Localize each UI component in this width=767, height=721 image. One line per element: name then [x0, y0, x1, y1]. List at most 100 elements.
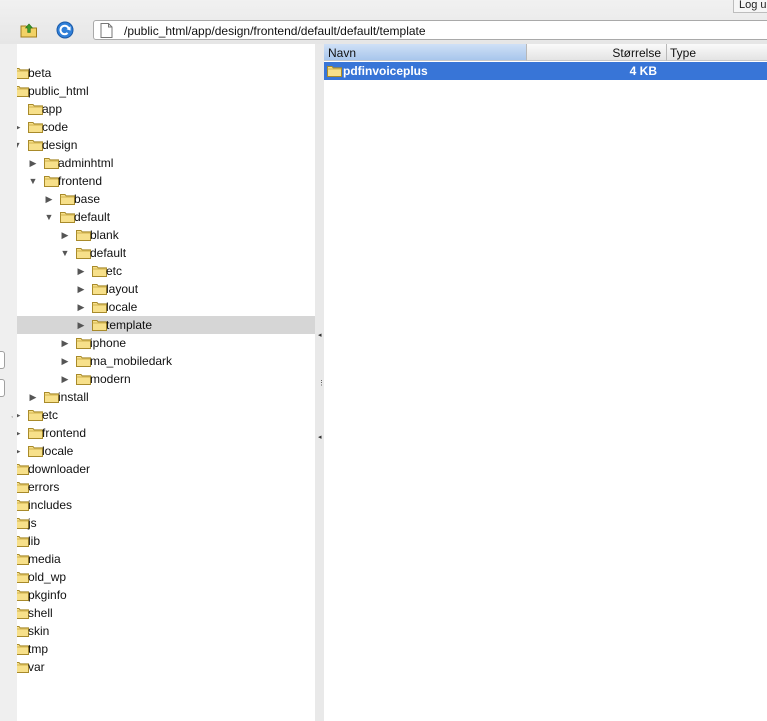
refresh-icon[interactable]	[55, 20, 75, 40]
column-header-name[interactable]: Navn	[324, 44, 527, 61]
folder-upload-icon[interactable]	[19, 20, 39, 40]
expanded-arrow-icon[interactable]: ▼	[17, 136, 23, 154]
expanded-arrow-icon[interactable]: ▼	[27, 172, 39, 190]
folder-icon	[28, 139, 43, 154]
tree-item-code[interactable]: ▶ code	[17, 118, 315, 136]
column-size-label: Størrelse	[612, 46, 661, 60]
tree-item-default[interactable]: ▼ default	[17, 208, 315, 226]
folder-icon	[76, 355, 91, 370]
tree-item-label: blank	[90, 228, 119, 242]
tree-item-public-html[interactable]: public_html	[17, 82, 315, 100]
column-name-label: Navn	[328, 46, 357, 60]
gutter-tab-bottom[interactable]	[0, 379, 5, 397]
tree-item-layout[interactable]: ▶ layout	[17, 280, 315, 298]
folder-icon	[92, 283, 107, 298]
collapsed-arrow-icon[interactable]: ▶	[75, 262, 87, 280]
tree-item-skin[interactable]: skin	[17, 622, 315, 640]
tree-item-install[interactable]: ▶ install	[17, 388, 315, 406]
folder-icon	[76, 229, 91, 244]
document-icon	[100, 23, 113, 41]
column-header-size[interactable]: Størrelse	[527, 44, 667, 61]
tree-item-modern[interactable]: ▶ modern	[17, 370, 315, 388]
tree-item-label: locale	[42, 444, 74, 458]
collapsed-arrow-icon[interactable]: ▶	[27, 154, 39, 172]
collapsed-arrow-icon[interactable]: ▶	[27, 388, 39, 406]
left-gutter: ,	[0, 44, 17, 721]
tree-item-ma-mobiledark[interactable]: ▶ ma_mobiledark	[17, 352, 315, 370]
collapsed-arrow-icon[interactable]: ▶	[59, 370, 71, 388]
tree-item-lib[interactable]: lib	[17, 532, 315, 550]
tree-item-js[interactable]: js	[17, 514, 315, 532]
folder-tree: betapublic_htmlapp▶code▼design▶adminhtml…	[17, 44, 315, 721]
tree-item-design[interactable]: ▼ design	[17, 136, 315, 154]
tree-item-includes[interactable]: includes	[17, 496, 315, 514]
collapsed-arrow-icon[interactable]: ▶	[59, 226, 71, 244]
column-header-type[interactable]: Type	[667, 44, 767, 61]
tree-item-etc[interactable]: ▶ etc	[17, 262, 315, 280]
tree-item-default[interactable]: ▼ default	[17, 244, 315, 262]
logout-tab[interactable]: Log ud	[733, 0, 767, 13]
folder-icon	[76, 337, 91, 352]
tree-item-label: etc	[42, 408, 59, 422]
collapsed-arrow-icon[interactable]: ▶	[59, 352, 71, 370]
tree-item-media[interactable]: media	[17, 550, 315, 568]
gutter-tab-top[interactable]	[0, 351, 5, 369]
tree-item-label: adminhtml	[58, 156, 114, 170]
tree-item-label: pkginfo	[28, 588, 67, 602]
path-field[interactable]: /public_html/app/design/frontend/default…	[93, 20, 767, 40]
collapsed-arrow-icon[interactable]: ▶	[59, 334, 71, 352]
folder-icon	[76, 373, 91, 388]
tree-item-old-wp[interactable]: old_wp	[17, 568, 315, 586]
tree-item-label: skin	[28, 624, 50, 638]
folder-icon	[44, 391, 59, 406]
tree-item-label: default	[90, 246, 127, 260]
collapsed-arrow-icon[interactable]: ▶	[17, 406, 23, 424]
collapsed-arrow-icon[interactable]: ▶	[75, 316, 87, 334]
tree-item-adminhtml[interactable]: ▶ adminhtml	[17, 154, 315, 172]
collapsed-arrow-icon[interactable]: ▶	[17, 442, 23, 460]
collapsed-arrow-icon[interactable]: ▶	[75, 298, 87, 316]
tree-item-locale[interactable]: ▶ locale	[17, 298, 315, 316]
tree-item-label: locale	[106, 300, 138, 314]
tree-item-app[interactable]: app	[17, 100, 315, 118]
path-text: /public_html/app/design/frontend/default…	[124, 24, 426, 38]
tree-item-template[interactable]: ▶ template	[17, 316, 315, 334]
tree-item-base[interactable]: ▶ base	[17, 190, 315, 208]
tree-item-frontend[interactable]: ▼ frontend	[17, 172, 315, 190]
tree-item-label: ma_mobiledark	[90, 354, 173, 368]
tree-item-blank[interactable]: ▶ blank	[17, 226, 315, 244]
tree-item-label: app	[42, 102, 63, 116]
folder-icon	[60, 211, 75, 226]
tree-item-label: includes	[28, 498, 73, 512]
tree-item-shell[interactable]: shell	[17, 604, 315, 622]
file-row[interactable]: pdfinvoiceplus 4 KB	[324, 62, 767, 80]
folder-icon	[327, 65, 342, 80]
tree-item-label: frontend	[58, 174, 103, 188]
tree-item-var[interactable]: var	[17, 658, 315, 676]
expanded-arrow-icon[interactable]: ▼	[43, 208, 55, 226]
collapsed-arrow-icon[interactable]: ▶	[17, 118, 23, 136]
pane-splitter[interactable]: ◂ ⋮ ◂	[315, 44, 325, 721]
tree-item-label: base	[74, 192, 101, 206]
tree-item-label: beta	[28, 66, 52, 80]
expanded-arrow-icon[interactable]: ▼	[59, 244, 71, 262]
tree-item-label: frontend	[42, 426, 87, 440]
tree-item-downloader[interactable]: downloader	[17, 460, 315, 478]
tree-item-frontend[interactable]: ▶ frontend	[17, 424, 315, 442]
tree-item-label: var	[28, 660, 45, 674]
tree-item-label: old_wp	[28, 570, 67, 584]
tree-item-label: etc	[106, 264, 123, 278]
collapsed-arrow-icon[interactable]: ▶	[75, 280, 87, 298]
folder-icon	[92, 301, 107, 316]
collapsed-arrow-icon[interactable]: ▶	[43, 190, 55, 208]
tree-item-pkginfo[interactable]: pkginfo	[17, 586, 315, 604]
tree-item-etc[interactable]: ▶ etc	[17, 406, 315, 424]
tree-item-tmp[interactable]: tmp	[17, 640, 315, 658]
folder-icon	[92, 319, 107, 334]
tree-item-locale[interactable]: ▶ locale	[17, 442, 315, 460]
collapsed-arrow-icon[interactable]: ▶	[17, 424, 23, 442]
tree-item-label: default	[74, 210, 111, 224]
tree-item-errors[interactable]: errors	[17, 478, 315, 496]
tree-item-beta[interactable]: beta	[17, 64, 315, 82]
tree-item-iphone[interactable]: ▶ iphone	[17, 334, 315, 352]
